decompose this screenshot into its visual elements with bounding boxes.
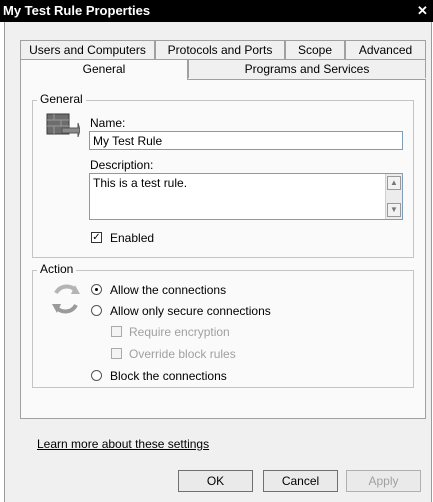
allow-connections-radio[interactable] [91, 284, 102, 295]
scroll-up-icon[interactable]: ▲ [387, 176, 401, 190]
tab-protocols-and-ports[interactable]: Protocols and Ports [155, 40, 285, 59]
allow-secure-connections-radio[interactable] [91, 305, 102, 316]
window-title: My Test Rule Properties [3, 3, 151, 18]
scroll-down-icon[interactable]: ▼ [387, 203, 401, 217]
name-label: Name: [90, 116, 126, 130]
override-block-rules-label: Override block rules [129, 347, 236, 361]
firewall-rule-icon [46, 113, 80, 138]
action-group-legend: Action [37, 262, 77, 276]
name-input[interactable]: My Test Rule [89, 131, 403, 150]
enabled-label: Enabled [110, 231, 155, 245]
ok-button[interactable]: OK [178, 470, 253, 492]
description-scrollbar[interactable]: ▲ ▼ [385, 174, 402, 219]
tab-advanced[interactable]: Advanced [345, 40, 426, 59]
block-connections-radio[interactable] [91, 370, 102, 381]
allow-secure-connections-label: Allow only secure connections [110, 304, 271, 318]
require-encryption-checkbox[interactable] [111, 326, 122, 337]
general-group-legend: General [37, 92, 86, 106]
description-label: Description: [90, 158, 154, 172]
allow-connections-label: Allow the connections [110, 283, 227, 297]
tab-scope[interactable]: Scope [285, 40, 345, 59]
cancel-button[interactable]: Cancel [263, 470, 338, 492]
description-textarea[interactable]: This is a test rule. [89, 173, 403, 220]
tab-users-and-computers[interactable]: Users and Computers [20, 40, 155, 59]
enabled-checkbox[interactable]: ✓ [91, 232, 102, 243]
learn-more-link[interactable]: Learn more about these settings [37, 437, 209, 451]
action-arrows-icon [52, 284, 80, 314]
tab-programs-and-services[interactable]: Programs and Services [188, 59, 426, 78]
apply-button[interactable]: Apply [346, 470, 421, 492]
override-block-rules-checkbox[interactable] [111, 348, 122, 359]
tab-general[interactable]: General [20, 59, 188, 80]
block-connections-label: Block the connections [110, 369, 227, 383]
require-encryption-label: Require encryption [129, 325, 230, 339]
close-icon[interactable]: ✕ [417, 3, 428, 19]
